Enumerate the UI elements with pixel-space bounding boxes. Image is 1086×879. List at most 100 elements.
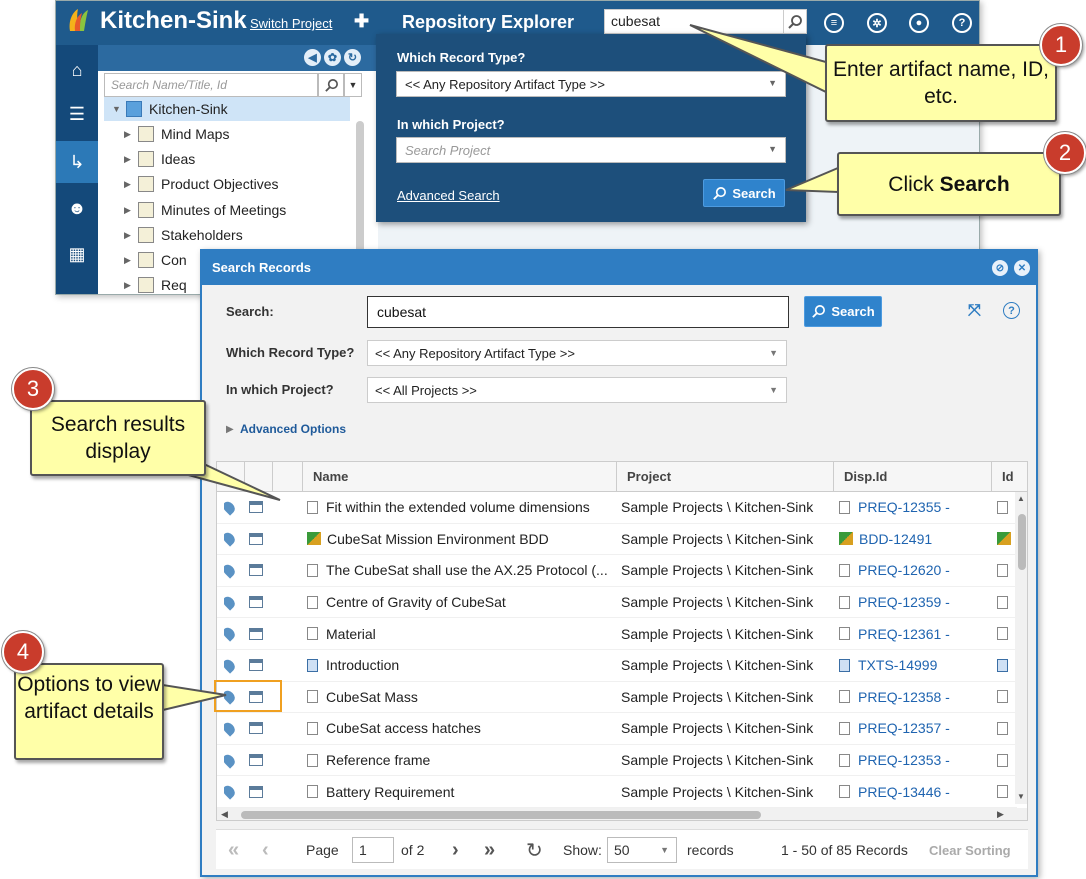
locate-button[interactable] — [224, 618, 244, 649]
vertical-scrollbar[interactable]: ▲ ▼ — [1015, 492, 1027, 804]
row-name[interactable]: CubeSat Mass — [326, 689, 418, 705]
project-select[interactable]: << All Projects >> ▼ — [367, 377, 787, 403]
tree-item[interactable]: ▶ Minutes of Meetings — [124, 198, 370, 222]
table-row[interactable]: Fit within the extended volume dimension… — [217, 492, 1017, 524]
col-project[interactable]: Project — [617, 462, 834, 492]
row-name[interactable]: Battery Requirement — [326, 784, 454, 800]
row-name[interactable]: Fit within the extended volume dimension… — [326, 499, 590, 515]
tree-search-input[interactable]: Search Name/Title, Id — [104, 73, 318, 97]
dashboard-icon[interactable]: ▦ — [64, 241, 90, 267]
users-icon[interactable]: ☻ — [64, 195, 90, 221]
locate-button[interactable] — [224, 524, 244, 555]
expand-arrow-icon[interactable]: ▶ — [124, 230, 138, 241]
locate-button[interactable] — [224, 745, 244, 776]
expand-arrow-icon[interactable]: ▶ — [226, 424, 234, 435]
first-page-icon[interactable]: « — [228, 830, 239, 870]
clear-sorting-button[interactable]: Clear Sorting — [929, 830, 1011, 870]
prev-page-icon[interactable]: ‹ — [262, 830, 269, 870]
col-id[interactable]: Id — [992, 462, 1027, 492]
table-row[interactable]: Introduction Sample Projects \ Kitchen-Si… — [217, 650, 1017, 682]
expand-arrow-icon[interactable]: ▶ — [124, 179, 138, 190]
advanced-options-toggle[interactable]: Advanced Options — [240, 422, 346, 436]
block-icon[interactable]: ⊘ — [992, 260, 1008, 276]
row-disp-id[interactable]: PREQ-12361 - — [858, 626, 950, 642]
chevron-down-icon[interactable]: ▼ — [344, 73, 362, 97]
table-row[interactable]: Reference frame Sample Projects \ Kitchen… — [217, 745, 1017, 777]
close-icon[interactable]: ✕ — [1014, 260, 1030, 276]
aperture-icon[interactable]: ✲ — [867, 13, 887, 33]
page-input[interactable]: 1 — [352, 837, 394, 863]
view-record-button[interactable] — [249, 555, 271, 586]
switch-project-link[interactable]: Switch Project — [250, 16, 332, 31]
view-record-button[interactable] — [249, 492, 271, 523]
row-name[interactable]: The CubeSat shall use the AX.25 Protocol… — [326, 562, 608, 578]
global-search-button[interactable] — [783, 9, 807, 34]
tree-item[interactable]: ▶ Ideas — [124, 147, 370, 171]
help-icon[interactable]: ? — [1003, 302, 1020, 319]
view-record-button[interactable] — [249, 650, 271, 681]
row-disp-id[interactable]: PREQ-12355 - — [858, 499, 950, 515]
row-name[interactable]: CubeSat Mission Environment BDD — [327, 531, 549, 547]
row-disp-id[interactable]: PREQ-12359 - — [858, 594, 950, 610]
expand-icon[interactable]: ⤧ — [968, 302, 981, 320]
row-name[interactable]: Material — [326, 626, 376, 642]
home-icon[interactable]: ⌂ — [64, 57, 90, 83]
project-search-input[interactable]: Search Project ▼ — [396, 137, 786, 163]
row-disp-id[interactable]: PREQ-12357 - — [858, 720, 950, 736]
search-button[interactable]: Search — [804, 296, 882, 327]
collapse-left-icon[interactable]: ◀ — [304, 49, 321, 66]
next-page-icon[interactable]: › — [452, 830, 459, 870]
quick-search-button[interactable]: Search — [703, 179, 785, 207]
record-type-select[interactable]: << Any Repository Artifact Type >> ▼ — [396, 71, 786, 97]
row-disp-id[interactable]: PREQ-13446 - — [858, 784, 950, 800]
row-disp-id[interactable]: PREQ-12353 - — [858, 752, 950, 768]
expand-arrow-icon[interactable]: ▶ — [124, 280, 138, 291]
expand-arrow-icon[interactable]: ▶ — [124, 154, 138, 165]
expand-arrow-icon[interactable]: ▶ — [124, 205, 138, 216]
locate-button[interactable] — [224, 492, 244, 523]
col-disp-id[interactable]: Disp.Id — [834, 462, 992, 492]
row-name[interactable]: Reference frame — [326, 752, 430, 768]
scroll-left-icon[interactable]: ◀ — [221, 809, 228, 820]
scroll-right-icon[interactable]: ▶ — [997, 809, 1004, 820]
scroll-thumb[interactable] — [1018, 514, 1026, 570]
locate-button[interactable] — [224, 776, 244, 807]
tree-item[interactable]: ▶ Product Objectives — [124, 172, 370, 196]
col-name[interactable]: Name — [303, 462, 617, 492]
last-page-icon[interactable]: » — [484, 830, 495, 870]
row-disp-id[interactable]: PREQ-12620 - — [858, 562, 950, 578]
locate-button[interactable] — [224, 555, 244, 586]
tree-item[interactable]: ▶ Mind Maps — [124, 122, 370, 146]
expand-arrow-icon[interactable]: ▼ — [112, 104, 126, 114]
global-search-input[interactable]: cubesat — [604, 9, 784, 34]
table-row[interactable]: CubeSat access hatches Sample Projects \ … — [217, 713, 1017, 745]
row-disp-id[interactable]: PREQ-12358 - — [858, 689, 950, 705]
help-icon[interactable]: ? — [952, 13, 972, 33]
record-type-select[interactable]: << Any Repository Artifact Type >> ▼ — [367, 340, 787, 366]
row-disp-id[interactable]: BDD-12491 — [859, 531, 932, 547]
view-record-button[interactable] — [249, 618, 271, 649]
database-icon[interactable]: ☰ — [64, 101, 90, 127]
tree-search-button[interactable] — [318, 73, 344, 97]
locate-button[interactable] — [224, 587, 244, 618]
view-record-button[interactable] — [249, 587, 271, 618]
table-row[interactable]: Battery Requirement Sample Projects \ Kit… — [217, 776, 1017, 808]
row-name[interactable]: Introduction — [326, 657, 399, 673]
row-name[interactable]: CubeSat access hatches — [326, 720, 481, 736]
view-record-button[interactable] — [249, 745, 271, 776]
page-size-select[interactable]: 50 ▼ — [607, 837, 677, 863]
row-disp-id[interactable]: TXTS-14999 — [858, 657, 937, 673]
expand-arrow-icon[interactable]: ▶ — [124, 129, 138, 140]
tree-root[interactable]: ▼ Kitchen-Sink — [104, 97, 350, 121]
scroll-up-icon[interactable]: ▲ — [1017, 494, 1025, 503]
table-row[interactable]: CubeSat Mass Sample Projects \ Kitchen-Si… — [217, 682, 1017, 714]
view-record-button[interactable] — [249, 524, 271, 555]
tree-item[interactable]: ▶ Stakeholders — [124, 223, 370, 247]
list-icon[interactable]: ≡ — [824, 13, 844, 33]
row-name[interactable]: Centre of Gravity of CubeSat — [326, 594, 506, 610]
advanced-search-link[interactable]: Advanced Search — [397, 188, 500, 203]
horizontal-scrollbar[interactable]: ◀ ▶ — [217, 808, 1027, 820]
locate-button[interactable] — [224, 713, 244, 744]
scroll-thumb[interactable] — [241, 811, 761, 819]
table-row[interactable]: Centre of Gravity of CubeSat Sample Proje… — [217, 587, 1017, 619]
